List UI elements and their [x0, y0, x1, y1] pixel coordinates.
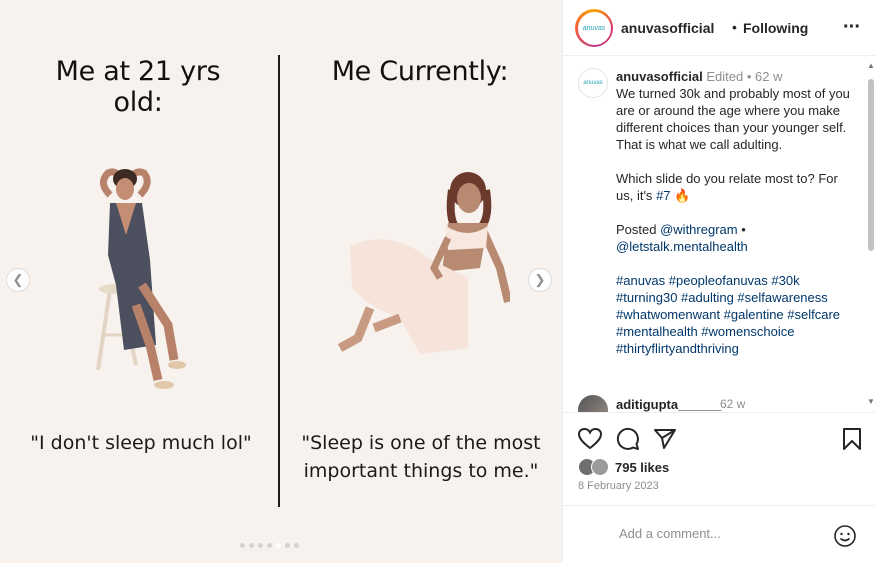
- header-username[interactable]: anuvasofficial: [621, 20, 714, 36]
- chevron-right-icon: ❯: [534, 272, 546, 287]
- meta-separator: •: [746, 69, 752, 84]
- post-username[interactable]: anuvasofficial: [616, 69, 703, 84]
- previous-slide-button[interactable]: ❮: [6, 268, 30, 292]
- more-options-icon[interactable]: ···: [843, 16, 861, 39]
- post-time[interactable]: 62 w: [755, 69, 782, 84]
- illustration-young-woman: [96, 168, 186, 389]
- left-title: Me at 21 yrs old:: [55, 56, 221, 118]
- scroll-down-arrow-icon[interactable]: ▼: [867, 397, 875, 406]
- hashtag-link[interactable]: #7: [656, 188, 670, 203]
- post-caption: anuvasofficial Edited • 62 w We turned 3…: [616, 68, 856, 357]
- post-author-avatar[interactable]: anuvas: [578, 68, 608, 98]
- slide-dot: [276, 543, 281, 548]
- posted-label: Posted: [616, 222, 661, 237]
- post-actions: 795 likes 8 February 2023: [563, 414, 876, 504]
- emoji-icon[interactable]: [833, 524, 857, 548]
- slide-dot: [258, 543, 263, 548]
- slide-dot: [267, 543, 272, 548]
- post-details-panel: anuvas anuvasofficial • Following ··· an…: [562, 0, 876, 563]
- fire-emoji: 🔥: [674, 188, 691, 203]
- slide-dot: [294, 543, 299, 548]
- scroll-up-arrow-icon[interactable]: ▲: [867, 61, 875, 70]
- heart-icon[interactable]: [577, 426, 603, 452]
- slide-indicator: [240, 543, 299, 548]
- hashtags[interactable]: #anuvas #peopleofanuvas #30k #turning30 …: [616, 272, 856, 357]
- commenter-avatar[interactable]: [578, 395, 608, 412]
- header-separator: •: [732, 19, 737, 35]
- liker-avatar: [591, 458, 609, 476]
- slide-dot: [285, 543, 290, 548]
- slide-dot: [249, 543, 254, 548]
- caption-credits: Posted @withregram • @letstalk.mentalheal…: [616, 221, 856, 255]
- comments-scrollbar[interactable]: ▲ ▼: [867, 61, 875, 406]
- question-text: Which slide do you relate most to? For u…: [616, 171, 838, 203]
- scrollbar-thumb[interactable]: [868, 79, 874, 251]
- post-date: 8 February 2023: [578, 480, 659, 492]
- right-caption: "Sleep is one of the most important thin…: [301, 432, 541, 482]
- likes-count[interactable]: 795 likes: [615, 460, 669, 475]
- center-divider: [278, 55, 280, 507]
- caption-text-1: We turned 30k and probably most of you a…: [616, 86, 850, 135]
- commenter-username[interactable]: aditigupta______: [616, 397, 722, 412]
- comments-section[interactable]: anuvas anuvasofficial Edited • 62 w We t…: [563, 57, 876, 413]
- comment-input[interactable]: [619, 526, 819, 541]
- add-comment-bar: [563, 505, 876, 563]
- post-media[interactable]: Me at 21 yrs old: Me Currently: "I don't…: [0, 0, 562, 563]
- slide-dot: [240, 543, 245, 548]
- chevron-left-icon: ❮: [12, 272, 24, 287]
- caption-text-2: That is what we call adulting.: [616, 137, 783, 152]
- caption-question: Which slide do you relate most to? For u…: [616, 170, 856, 204]
- illustration-current-woman: [337, 172, 510, 354]
- comment-icon[interactable]: [615, 426, 641, 452]
- share-icon[interactable]: [652, 426, 678, 452]
- right-title: Me Currently:: [331, 56, 509, 87]
- mention-link[interactable]: @letstalk.mentalhealth: [616, 239, 748, 254]
- avatar[interactable]: anuvas: [575, 9, 613, 47]
- post-header: anuvas anuvasofficial • Following ···: [563, 0, 876, 56]
- next-slide-button[interactable]: ❯: [528, 268, 552, 292]
- left-caption: "I don't sleep much lol": [30, 432, 252, 454]
- comment-time: 62 w: [720, 397, 746, 411]
- bookmark-icon[interactable]: [839, 426, 865, 452]
- edited-label: Edited: [706, 69, 744, 84]
- following-button[interactable]: Following: [743, 20, 808, 36]
- mention-link[interactable]: @withregram: [660, 222, 738, 237]
- credit-separator: •: [737, 222, 746, 237]
- liker-avatars[interactable]: [578, 458, 614, 476]
- avatar-logo: anuvas: [577, 11, 611, 45]
